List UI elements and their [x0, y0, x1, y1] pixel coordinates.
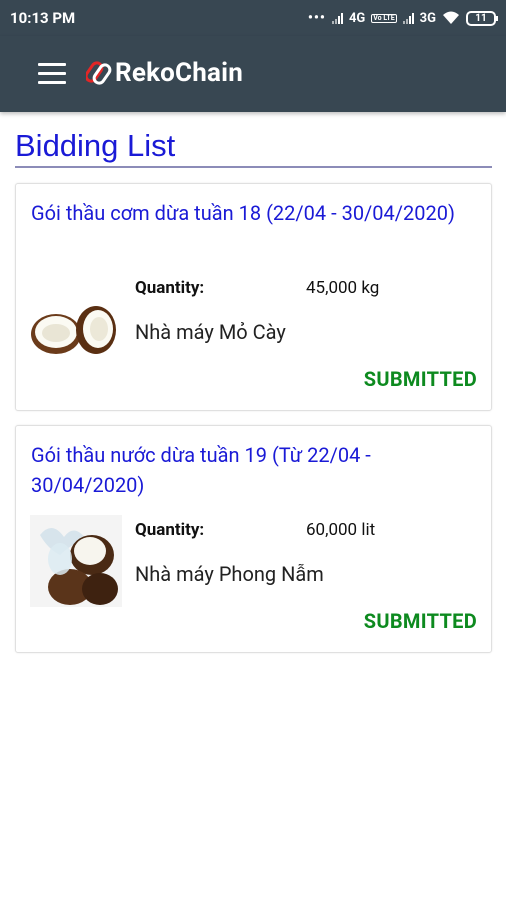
battery-icon: 11 [466, 10, 498, 26]
bid-title: Gói thầu cơm dừa tuần 18 (22/04 - 30/04/… [31, 201, 455, 225]
factory-name: Nhà máy Mỏ Cày [135, 320, 286, 344]
coconut-water-splash-image [30, 515, 122, 607]
status-bar: 10:13 PM ••• 4G Vo LTE 3G 11 [0, 0, 506, 36]
chain-link-icon [86, 61, 112, 85]
status-badge: SUBMITTED [363, 367, 477, 391]
quantity-label: Quantity: [135, 520, 205, 540]
network-type-4g: 4G [348, 10, 366, 26]
app-logo: RekoChain [86, 58, 243, 88]
quantity-label: Quantity: [135, 278, 205, 298]
coconut-halves-image [31, 306, 116, 354]
bid-title: Gói thầu nước dừa tuần 19 (Từ 22/04 - 30… [31, 443, 371, 497]
more-notifications-icon: ••• [307, 10, 326, 26]
wifi-icon [443, 11, 459, 24]
volte-icon: Vo LTE [371, 13, 397, 23]
status-badge: SUBMITTED [363, 609, 477, 633]
quantity-value: 60,000 lit [306, 520, 376, 540]
network-type-3g: 3G [419, 10, 436, 26]
app-bar: RekoChain [0, 36, 506, 112]
status-time: 10:13 PM [10, 9, 76, 27]
page-title: Bidding List [15, 128, 176, 163]
factory-name: Nhà máy Phong Nẫm [135, 562, 324, 586]
bid-card[interactable]: Gói thầu cơm dừa tuần 18 (22/04 - 30/04/… [15, 183, 492, 411]
title-divider [15, 166, 492, 168]
bid-card[interactable]: Gói thầu nước dừa tuần 19 (Từ 22/04 - 30… [15, 425, 492, 653]
battery-level: 11 [475, 12, 487, 24]
hamburger-menu-icon[interactable] [38, 63, 66, 85]
signal-strength-icon-2 [402, 12, 414, 24]
status-icons: ••• 4G Vo LTE 3G 11 [307, 10, 498, 26]
logo-text: RekoChain [115, 58, 244, 88]
quantity-value: 45,000 kg [306, 278, 380, 298]
signal-strength-icon [331, 12, 343, 24]
